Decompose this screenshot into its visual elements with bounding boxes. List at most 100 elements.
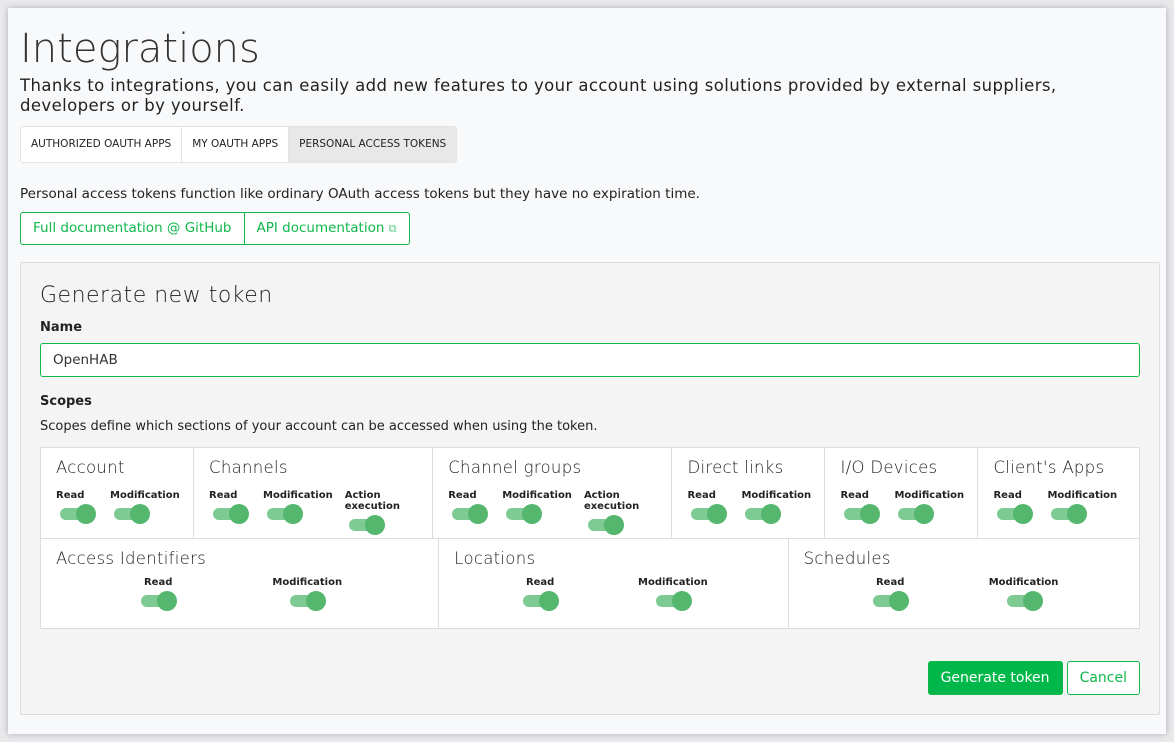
- scope-permission: Action execution: [584, 490, 657, 535]
- permission-toggle[interactable]: [137, 591, 179, 611]
- cancel-button[interactable]: Cancel: [1066, 661, 1140, 695]
- tab-personal-access-tokens[interactable]: PERSONAL ACCESS TOKENS: [289, 127, 457, 162]
- permission-toggle[interactable]: [345, 515, 387, 535]
- token-name-input[interactable]: [40, 343, 1140, 377]
- scope-name: Schedules: [803, 549, 891, 568]
- scopes-description: Scopes define which sections of your acc…: [40, 419, 598, 434]
- scope-permissions: Read Modification: [687, 490, 811, 524]
- permission-toggle[interactable]: [652, 591, 694, 611]
- scope-cell: Access Identifiers Read Modification: [41, 539, 440, 628]
- scope-permission: Modification: [638, 577, 708, 611]
- permission-label: Modification: [638, 577, 708, 588]
- permission-toggle[interactable]: [993, 504, 1035, 524]
- toggle-knob: [1022, 591, 1043, 611]
- permission-label: Modification: [741, 490, 812, 501]
- toggle-knob: [468, 504, 489, 524]
- scope-permissions: Read Modification: [804, 577, 1124, 611]
- scope-name: Channels: [209, 458, 288, 477]
- permission-toggle[interactable]: [263, 504, 305, 524]
- permission-toggle[interactable]: [894, 504, 936, 524]
- permission-label: Read: [993, 490, 1022, 501]
- generate-token-button[interactable]: Generate token: [927, 661, 1063, 695]
- scope-name: Client's Apps: [993, 458, 1105, 477]
- scope-name: Channel groups: [448, 458, 582, 477]
- scope-permission: Read: [137, 577, 179, 611]
- scope-permission: Action execution: [345, 490, 418, 535]
- scope-name: Locations: [454, 549, 536, 568]
- scope-permission: Read: [209, 490, 251, 535]
- scope-permission: Modification: [502, 490, 572, 535]
- scope-permission: Modification: [988, 577, 1059, 611]
- github-docs-link[interactable]: Full documentation @ GitHub: [21, 213, 245, 244]
- scope-permissions: Read Modification: [56, 577, 423, 611]
- tab-my-oauth-apps[interactable]: MY OAUTH APPS: [182, 127, 290, 162]
- permission-toggle[interactable]: [869, 591, 911, 611]
- scope-permission: Read: [840, 490, 882, 524]
- scope-cell: Channel groups Read Modification Action exe…: [433, 448, 673, 538]
- permission-toggle[interactable]: [448, 504, 490, 524]
- permission-label: Action execution: [344, 490, 400, 512]
- permission-label: Read: [875, 577, 905, 588]
- permission-label: Read: [143, 577, 173, 588]
- scope-row: Account Read Modification Channels Read Modif…: [41, 448, 1139, 538]
- integrations-window: Integrations Thanks to integrations, you…: [8, 8, 1166, 734]
- permission-toggle[interactable]: [584, 515, 626, 535]
- scope-cell: Locations Read Modification: [439, 539, 789, 628]
- scope-row: Access Identifiers Read Modification Locati…: [41, 538, 1139, 628]
- permission-label: Read: [209, 490, 238, 501]
- toggle-knob: [306, 591, 327, 611]
- toggle-knob: [539, 591, 560, 611]
- api-docs-link[interactable]: API documentation ⧉: [245, 213, 409, 244]
- permission-label: Read: [525, 577, 555, 588]
- toggle-knob: [522, 504, 543, 524]
- scopes-label: Scopes: [40, 394, 92, 409]
- toggle-knob: [130, 504, 150, 524]
- permission-toggle[interactable]: [1047, 504, 1089, 524]
- toggle-knob: [761, 504, 782, 524]
- toggle-knob: [603, 515, 624, 535]
- toggle-knob: [1067, 504, 1088, 524]
- scope-cell: I/O Devices Read Modification: [825, 448, 979, 538]
- scope-permissions: Read Modification Action execution: [209, 490, 417, 535]
- permission-toggle[interactable]: [209, 504, 251, 524]
- scope-permissions: Read Modification: [56, 490, 180, 524]
- scope-permission: Modification: [263, 490, 333, 535]
- permission-label: Modification: [988, 577, 1059, 588]
- permission-label: Action execution: [583, 490, 640, 512]
- permission-toggle[interactable]: [687, 504, 729, 524]
- generate-token-panel: Generate new token Name Scopes Scopes de…: [20, 262, 1160, 715]
- permission-toggle[interactable]: [110, 504, 152, 524]
- scope-permission: Read: [687, 490, 729, 524]
- permission-label: Modification: [894, 490, 965, 501]
- permission-label: Read: [840, 490, 869, 501]
- toggle-knob: [914, 504, 935, 524]
- scope-name: I/O Devices: [840, 458, 938, 477]
- toggle-knob: [229, 504, 249, 524]
- permission-toggle[interactable]: [741, 504, 783, 524]
- scope-permissions: Read Modification: [993, 490, 1124, 524]
- permission-label: Modification: [502, 490, 572, 501]
- api-docs-label: API documentation: [256, 220, 385, 236]
- scope-permission: Read: [519, 577, 561, 611]
- scope-permission: Modification: [1047, 490, 1117, 524]
- permission-toggle[interactable]: [286, 591, 328, 611]
- page-lead: Thanks to integrations, you can easily a…: [20, 76, 1057, 115]
- external-link-icon: ⧉: [388, 222, 397, 235]
- permission-toggle[interactable]: [519, 591, 561, 611]
- toggle-knob: [76, 504, 96, 524]
- tab-authorized-oauth-apps[interactable]: AUTHORIZED OAUTH APPS: [21, 127, 183, 162]
- scope-cell: Direct links Read Modification: [672, 448, 826, 538]
- scope-cell: Client's Apps Read Modification: [978, 448, 1139, 538]
- permission-toggle[interactable]: [1003, 591, 1045, 611]
- permission-toggle[interactable]: [840, 504, 882, 524]
- scope-permissions: Read Modification Action execution: [448, 490, 656, 535]
- scope-name: Access Identifiers: [56, 549, 207, 568]
- scope-permission: Modification: [741, 490, 811, 524]
- toggle-knob: [1013, 504, 1034, 524]
- scope-permission: Read: [993, 490, 1035, 524]
- page-title: Integrations: [20, 26, 260, 72]
- permission-toggle[interactable]: [502, 504, 544, 524]
- permission-label: Read: [448, 490, 477, 501]
- permission-toggle[interactable]: [56, 504, 98, 524]
- tokens-description: Personal access tokens function like ord…: [20, 186, 700, 202]
